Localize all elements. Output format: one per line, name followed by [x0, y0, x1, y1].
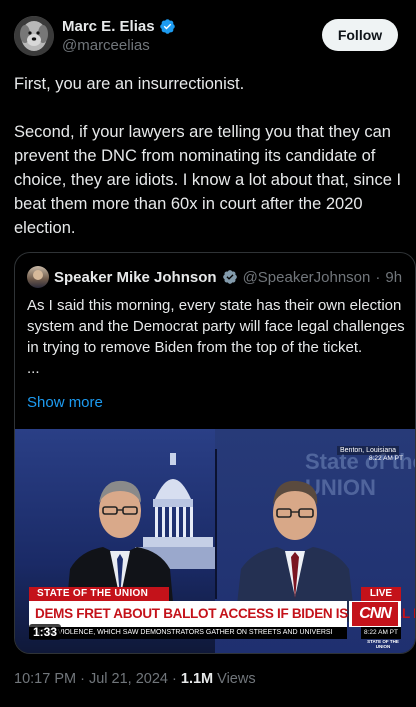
quote-separator: ·	[375, 268, 381, 286]
show-tag: STATE OF THE UNION	[29, 587, 169, 601]
show-more-link[interactable]: Show more	[27, 394, 103, 411]
chyron-headline: DEMS FRET ABOUT BALLOT ACCESS IF BIDEN I…	[29, 601, 415, 627]
cnn-logo-text: CNN	[352, 602, 398, 626]
tweet-time[interactable]: 10:17 PM	[14, 671, 76, 687]
split-divider	[215, 449, 217, 599]
chyron: STATE OF THE UNION LIVE DEMS FRET ABOUT …	[15, 587, 415, 653]
quote-text: As I said this morning, every state has …	[27, 295, 405, 379]
quote-author-handle: @SpeakerJohnson	[242, 268, 371, 286]
live-tag: LIVE	[361, 587, 401, 601]
quote-ellipsis: ...	[27, 360, 40, 377]
views-count: 1.1M	[180, 671, 214, 687]
tweet-meta: 10:17 PM · Jul 21, 2024 · 1.1M Views	[14, 671, 256, 687]
gray-verified-badge-icon	[222, 270, 237, 284]
tweet-paragraph: Second, if your lawyers are telling you …	[14, 123, 402, 237]
video-player[interactable]: State of the UNION Benton, Louisiana 8:2…	[15, 429, 415, 653]
quote-header: Speaker Mike Johnson @SpeakerJohnson · 9…	[27, 266, 402, 288]
video-location-label: Benton, Louisiana	[337, 446, 400, 455]
author-name[interactable]: Marc E. Elias	[62, 18, 155, 35]
meta-separator: ·	[80, 671, 89, 687]
author-handle[interactable]: @marceelias	[62, 37, 176, 54]
tweet-paragraph: First, you are an insurrectionist.	[14, 75, 245, 93]
dog-avatar-icon[interactable]	[14, 16, 54, 56]
tweet-text: First, you are an insurrectionist. Secon…	[14, 72, 409, 240]
quote-body: As I said this morning, every state has …	[27, 297, 405, 356]
tweet-header: Marc E. Elias @marceelias Follow	[14, 14, 404, 60]
video-clock: 8:22 AM PT	[369, 455, 403, 462]
author-block: Marc E. Elias @marceelias	[62, 18, 176, 54]
verified-badge-icon	[159, 19, 175, 34]
cnn-logo-icon: CNN	[349, 601, 401, 627]
sotu-small-logo: STATE OF THE UNION	[367, 639, 399, 649]
meta-separator: ·	[172, 671, 181, 687]
news-ticker: N THE VIOLENCE, WHICH SAW DEMONSTRATORS …	[29, 627, 347, 639]
ticker-time: 8:22 AM PT	[361, 627, 401, 639]
tweet-date[interactable]: Jul 21, 2024	[89, 671, 168, 687]
follow-button[interactable]: Follow	[322, 19, 398, 51]
views-label: Views	[217, 671, 256, 687]
quote-age: 9h	[385, 268, 403, 286]
quote-avatar	[27, 266, 49, 288]
video-duration: 1:33	[29, 624, 62, 640]
quote-author-name: Speaker Mike Johnson	[54, 268, 217, 286]
quoted-tweet[interactable]: Speaker Mike Johnson @SpeakerJohnson · 9…	[14, 252, 416, 654]
